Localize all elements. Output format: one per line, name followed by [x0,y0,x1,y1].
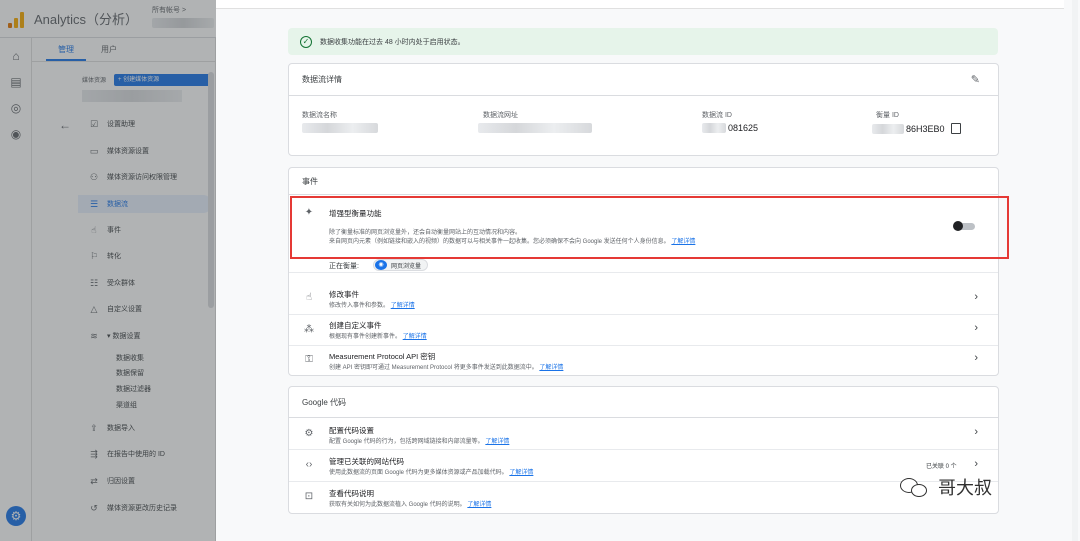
chevron-right-icon[interactable]: › [974,322,978,334]
learn-more-link[interactable]: 了解详情 [509,470,533,476]
connected-count-badge: 已关联 0 个 [926,464,957,470]
measurement-protocol-row[interactable]: ⚿ Measurement Protocol API 密钥 创建 API 密钥即… [289,346,998,376]
modify-events-title: 修改事件 [329,290,359,299]
modify-events-row[interactable]: ☝ 修改事件 修改传入事件和参数。 了解详情 › [289,283,998,315]
chevron-right-icon[interactable]: › [974,352,978,364]
chevron-right-icon[interactable]: › [974,458,978,470]
google-tag-heading: Google 代码 [289,387,998,418]
manage-connected-tags-row[interactable]: ‹› 管理已关联的网站代码 使用此数据流的页面 Google 代码为更多媒体资源… [289,450,998,482]
redacted-value [872,123,904,134]
view-tag-instructions-desc: 获取有关如何为此数据流植入 Google 代码的说明。 了解详情 [329,502,492,508]
redacted-value [702,123,726,133]
wechat-logo-icon [900,476,932,498]
status-banner-text: 数据收集功能在过去 48 小时内处于启用状态。 [320,38,465,46]
manage-connected-tags-title: 管理已关联的网站代码 [329,457,404,466]
panel-header [216,0,1064,9]
create-custom-event-title: 创建自定义事件 [329,321,382,330]
instructions-icon: ⊡ [304,491,314,502]
stream-url-value [478,123,592,133]
measurement-id-label: 衡量 ID [876,112,899,119]
manage-connected-tags-desc: 使用此数据流的页面 Google 代码为更多媒体资源或产品加载代码。 了解详情 [329,470,534,476]
code-brackets-icon: ‹› [305,459,313,470]
configure-tag-title: 配置代码设置 [329,426,374,435]
redacted-value [478,123,592,133]
watermark: 哥大叔 [900,474,992,500]
measurement-id-value: 86H3EB0 [872,123,961,134]
learn-more-link[interactable]: 了解详情 [539,365,563,371]
page-views-chip: ◉ 网页浏览量 [373,259,429,271]
stream-name-value [302,123,378,133]
measuring-label: 正在衡量: [329,263,359,270]
check-circle-icon: ✓ [300,35,312,48]
stream-id-label: 数据流 ID [702,112,732,119]
stream-details-panel: ✓ 数据收集功能在过去 48 小时内处于启用状态。 数据流详情 ✎ 数据流名称 … [216,0,1080,541]
redacted-value [302,123,378,133]
stream-details-heading: 数据流详情 [289,64,998,96]
modal-backdrop [0,0,216,541]
create-custom-event-row[interactable]: ⁂ 创建自定义事件 根据现有事件创建新事件。 了解详情 › [289,315,998,346]
key-icon: ⚿ [305,354,313,365]
learn-more-link[interactable]: 了解详情 [485,439,509,445]
measurement-protocol-title: Measurement Protocol API 密钥 [329,352,436,361]
google-tag-card: Google 代码 ⚙ 配置代码设置 配置 Google 代码的行为，包括跨网域… [288,386,999,514]
highlight-box [290,196,1009,259]
watermark-text: 哥大叔 [938,478,992,498]
modify-events-desc: 修改传入事件和参数。 了解详情 [329,303,415,309]
learn-more-link[interactable]: 了解详情 [391,303,415,309]
copy-icon[interactable] [950,123,961,134]
chevron-right-icon[interactable]: › [974,426,978,438]
configure-tag-row[interactable]: ⚙ 配置代码设置 配置 Google 代码的行为，包括跨网域链接和内部流量等。 … [289,418,998,450]
events-heading: 事件 [289,168,998,195]
edit-pencil-icon[interactable]: ✎ [971,73,980,86]
view-tag-instructions-title: 查看代码说明 [329,489,374,498]
learn-more-link[interactable]: 了解详情 [467,502,491,508]
learn-more-link[interactable]: 了解详情 [403,334,427,340]
view-tag-instructions-row[interactable]: ⊡ 查看代码说明 获取有关如何为此数据流植入 Google 代码的说明。 了解详… [289,482,998,514]
chevron-right-icon[interactable]: › [974,291,978,303]
eye-icon: ◉ [375,260,387,270]
create-custom-event-desc: 根据现有事件创建新事件。 了解详情 [329,334,427,340]
touch-icon: ☝ [305,292,313,303]
tag-settings-icon: ⚙ [304,428,314,439]
stream-id-value: 081625 [702,123,758,133]
status-banner: ✓ 数据收集功能在过去 48 小时内处于启用状态。 [288,28,998,55]
click-sparkle-icon: ⁂ [304,324,314,335]
configure-tag-desc: 配置 Google 代码的行为，包括跨网域链接和内部流量等。 了解详情 [329,439,510,445]
panel-scrollbar[interactable] [1072,0,1078,541]
measurement-protocol-desc: 创建 API 密钥即可通过 Measurement Protocol 将更多事件… [329,365,564,371]
stream-url-label: 数据流网址 [483,112,518,119]
stream-name-label: 数据流名称 [302,112,337,119]
